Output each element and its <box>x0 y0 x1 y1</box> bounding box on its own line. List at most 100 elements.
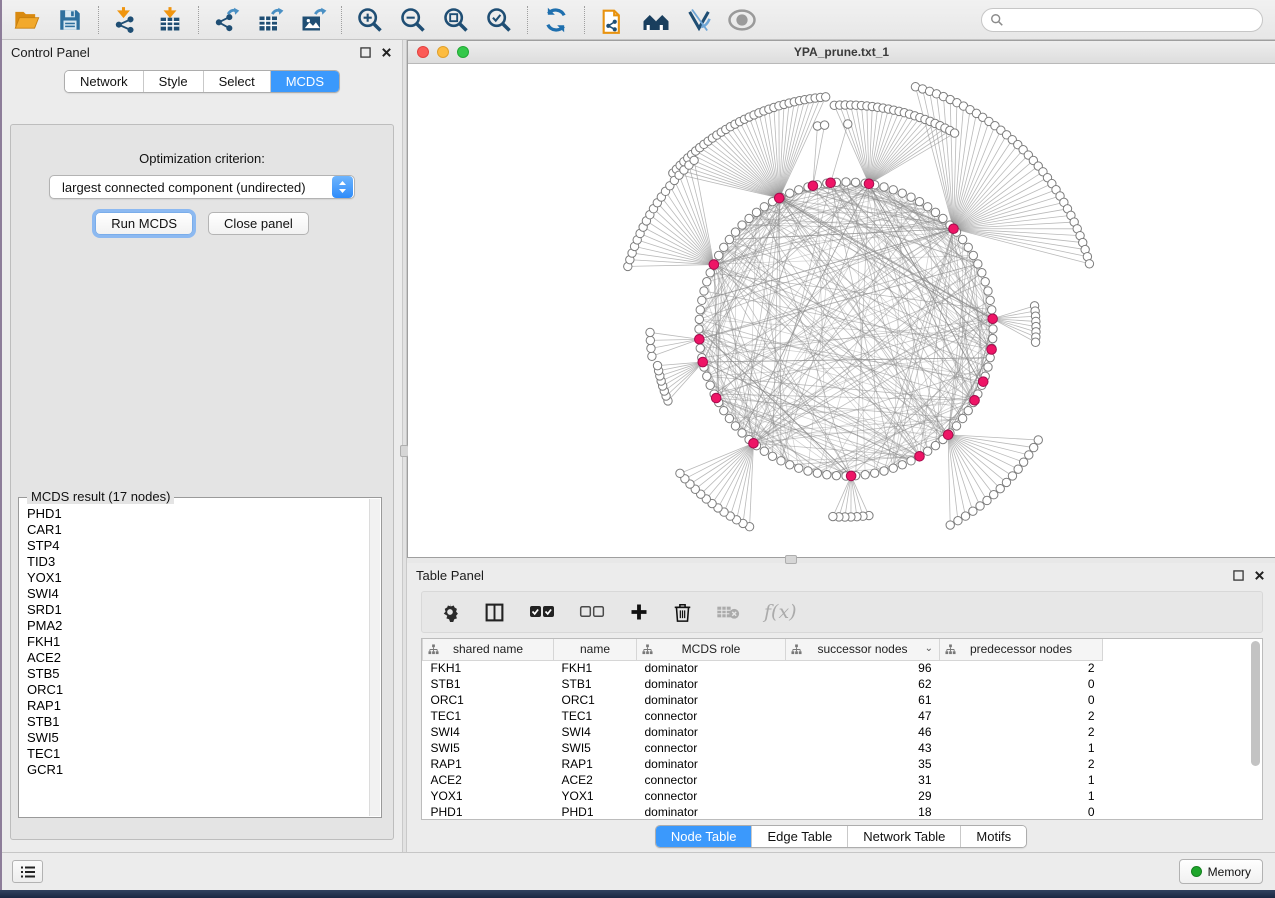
first-neighbors-icon[interactable] <box>641 5 671 35</box>
table-cell[interactable]: dominator <box>637 676 786 692</box>
float-panel-icon[interactable] <box>358 45 372 59</box>
export-image-icon[interactable] <box>298 5 328 35</box>
list-item[interactable]: STB5 <box>27 666 369 682</box>
list-item[interactable]: CAR1 <box>27 522 369 538</box>
open-file-icon[interactable] <box>12 5 42 35</box>
list-item[interactable]: GCR1 <box>27 762 369 778</box>
table-row[interactable]: SWI5SWI5connector431 <box>423 740 1103 756</box>
export-table-icon[interactable] <box>255 5 285 35</box>
table-cell[interactable]: YOX1 <box>423 788 554 804</box>
vertical-splitter[interactable] <box>402 40 407 852</box>
table-cell[interactable]: dominator <box>637 804 786 820</box>
search-input[interactable] <box>981 8 1263 32</box>
table-cell[interactable]: connector <box>637 772 786 788</box>
table-cell[interactable]: 1 <box>940 788 1103 804</box>
delete-table-icon[interactable] <box>716 604 740 620</box>
table-cell[interactable]: FKH1 <box>554 660 637 676</box>
network-window-titlebar[interactable]: YPA_prune.txt_1 <box>408 41 1275 64</box>
table-cell[interactable]: 2 <box>940 724 1103 740</box>
column-header-mcds-role[interactable]: MCDS role <box>637 639 786 660</box>
delete-rows-icon[interactable] <box>673 602 692 623</box>
table-cell[interactable]: 62 <box>786 676 940 692</box>
result-list-scrollbar[interactable] <box>369 499 380 816</box>
table-cell[interactable]: 35 <box>786 756 940 772</box>
optimization-criterion-select[interactable]: largest connected component (undirected) <box>49 175 355 199</box>
node-table[interactable]: shared name name MCDS role successor nod… <box>421 638 1263 820</box>
list-item[interactable]: ACE2 <box>27 650 369 666</box>
run-mcds-button[interactable]: Run MCDS <box>95 212 193 235</box>
list-item[interactable]: FKH1 <box>27 634 369 650</box>
table-row[interactable]: YOX1YOX1connector291 <box>423 788 1103 804</box>
new-network-from-selection-icon[interactable] <box>598 5 628 35</box>
table-cell[interactable]: connector <box>637 740 786 756</box>
save-session-icon[interactable] <box>55 5 85 35</box>
table-cell[interactable]: SWI5 <box>423 740 554 756</box>
tab-network-table[interactable]: Network Table <box>847 826 960 847</box>
add-row-icon[interactable] <box>629 602 649 622</box>
table-cell[interactable]: RAP1 <box>554 756 637 772</box>
refresh-icon[interactable] <box>541 5 571 35</box>
tab-edge-table[interactable]: Edge Table <box>751 826 847 847</box>
table-cell[interactable]: 47 <box>786 708 940 724</box>
column-settings-icon[interactable] <box>440 602 460 622</box>
table-cell[interactable]: 31 <box>786 772 940 788</box>
table-cell[interactable]: ORC1 <box>554 692 637 708</box>
table-cell[interactable]: 0 <box>940 804 1103 820</box>
table-row[interactable]: SWI4SWI4dominator462 <box>423 724 1103 740</box>
show-columns-icon[interactable] <box>484 602 505 623</box>
close-panel-icon[interactable] <box>379 45 393 59</box>
float-panel-icon[interactable] <box>1231 568 1245 582</box>
list-item[interactable]: SWI4 <box>27 586 369 602</box>
table-cell[interactable]: RAP1 <box>423 756 554 772</box>
horizontal-splitter[interactable] <box>407 558 1275 563</box>
table-row[interactable]: PHD1PHD1dominator180 <box>423 804 1103 820</box>
table-row[interactable]: RAP1RAP1dominator352 <box>423 756 1103 772</box>
list-item[interactable]: RAP1 <box>27 698 369 714</box>
tab-select[interactable]: Select <box>203 71 270 92</box>
list-item[interactable]: PHD1 <box>27 506 369 522</box>
close-panel-icon[interactable] <box>1252 568 1266 582</box>
table-cell[interactable]: ORC1 <box>423 692 554 708</box>
table-cell[interactable]: ACE2 <box>554 772 637 788</box>
memory-button[interactable]: Memory <box>1179 859 1263 884</box>
splitter-grip[interactable] <box>785 555 797 564</box>
table-row[interactable]: FKH1FKH1dominator962 <box>423 660 1103 676</box>
table-cell[interactable]: STB1 <box>554 676 637 692</box>
tab-node-table[interactable]: Node Table <box>656 826 752 847</box>
table-cell[interactable]: 43 <box>786 740 940 756</box>
select-all-rows-icon[interactable] <box>529 604 555 620</box>
zoom-fit-icon[interactable] <box>441 5 471 35</box>
function-builder-icon[interactable]: f(x) <box>764 601 797 623</box>
column-header-shared-name[interactable]: shared name <box>423 639 554 660</box>
table-row[interactable]: ACE2ACE2connector311 <box>423 772 1103 788</box>
table-cell[interactable]: dominator <box>637 724 786 740</box>
column-header-successor-nodes[interactable]: successor nodes⌄ <box>786 639 940 660</box>
list-item[interactable]: TID3 <box>27 554 369 570</box>
table-cell[interactable]: dominator <box>637 756 786 772</box>
table-cell[interactable]: dominator <box>637 692 786 708</box>
list-item[interactable]: SRD1 <box>27 602 369 618</box>
table-cell[interactable]: connector <box>637 788 786 804</box>
table-row[interactable]: TEC1TEC1connector472 <box>423 708 1103 724</box>
list-item[interactable]: TEC1 <box>27 746 369 762</box>
table-cell[interactable]: 0 <box>940 676 1103 692</box>
zoom-selected-icon[interactable] <box>484 5 514 35</box>
table-row[interactable]: ORC1ORC1dominator610 <box>423 692 1103 708</box>
table-cell[interactable]: TEC1 <box>423 708 554 724</box>
list-item[interactable]: SWI5 <box>27 730 369 746</box>
import-table-icon[interactable] <box>155 5 185 35</box>
table-cell[interactable]: 1 <box>940 740 1103 756</box>
table-cell[interactable]: TEC1 <box>554 708 637 724</box>
export-network-icon[interactable] <box>212 5 242 35</box>
table-cell[interactable]: STB1 <box>423 676 554 692</box>
close-panel-button[interactable]: Close panel <box>208 212 309 235</box>
table-cell[interactable]: YOX1 <box>554 788 637 804</box>
zoom-in-icon[interactable] <box>355 5 385 35</box>
column-header-name[interactable]: name <box>554 639 637 660</box>
table-cell[interactable]: 2 <box>940 708 1103 724</box>
list-item[interactable]: STP4 <box>27 538 369 554</box>
table-cell[interactable]: PHD1 <box>423 804 554 820</box>
table-cell[interactable]: SWI4 <box>423 724 554 740</box>
network-canvas[interactable] <box>408 64 1275 557</box>
table-cell[interactable]: SWI5 <box>554 740 637 756</box>
